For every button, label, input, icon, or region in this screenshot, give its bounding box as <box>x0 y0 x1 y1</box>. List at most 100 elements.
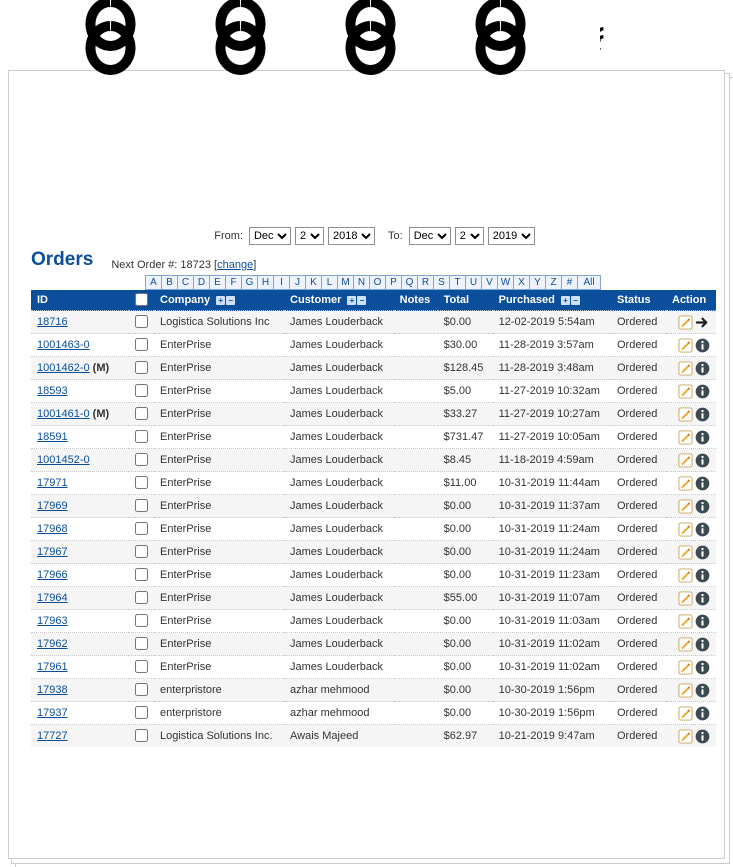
order-id-link[interactable]: 17967 <box>37 546 68 558</box>
th-select-all[interactable] <box>129 290 154 311</box>
alpha-cell[interactable]: B <box>161 275 178 290</box>
edit-icon[interactable] <box>678 315 693 330</box>
alpha-cell[interactable]: E <box>209 275 226 290</box>
info-icon[interactable] <box>695 407 710 422</box>
alpha-cell[interactable]: J <box>289 275 306 290</box>
order-id-link[interactable]: 1001463-0 <box>37 339 90 351</box>
alpha-cell[interactable]: Y <box>529 275 546 290</box>
th-id[interactable]: ID <box>31 290 129 311</box>
row-checkbox[interactable] <box>135 499 148 512</box>
edit-icon[interactable] <box>678 522 693 537</box>
order-id-link[interactable]: 17961 <box>37 661 68 673</box>
edit-icon[interactable] <box>678 614 693 629</box>
th-notes[interactable]: Notes <box>394 290 438 311</box>
th-customer[interactable]: Customer +− <box>284 290 394 311</box>
alpha-cell[interactable]: Q <box>401 275 418 290</box>
order-id-link[interactable]: 17968 <box>37 523 68 535</box>
alpha-cell[interactable]: Z <box>545 275 562 290</box>
sort-desc-icon[interactable]: − <box>571 296 580 305</box>
from-month-select[interactable]: Dec <box>249 227 291 245</box>
alpha-cell[interactable]: All <box>577 275 601 290</box>
alpha-cell[interactable]: V <box>481 275 498 290</box>
sort-asc-icon[interactable]: + <box>216 296 225 305</box>
to-year-select[interactable]: 2019 <box>488 227 535 245</box>
alpha-cell[interactable]: N <box>353 275 370 290</box>
alpha-cell[interactable]: # <box>561 275 578 290</box>
order-id-link[interactable]: 1001462-0 <box>37 362 90 374</box>
edit-icon[interactable] <box>678 453 693 468</box>
alpha-cell[interactable]: M <box>337 275 354 290</box>
alpha-cell[interactable]: P <box>385 275 402 290</box>
sort-desc-icon[interactable]: − <box>357 296 366 305</box>
alpha-cell[interactable]: O <box>369 275 386 290</box>
row-checkbox[interactable] <box>135 683 148 696</box>
sort-desc-icon[interactable]: − <box>226 296 235 305</box>
order-id-link[interactable]: 17971 <box>37 477 68 489</box>
info-icon[interactable] <box>695 729 710 744</box>
edit-icon[interactable] <box>678 683 693 698</box>
arrow-right-icon[interactable] <box>695 315 710 330</box>
alpha-cell[interactable]: I <box>273 275 290 290</box>
row-checkbox[interactable] <box>135 315 148 328</box>
edit-icon[interactable] <box>678 338 693 353</box>
row-checkbox[interactable] <box>135 476 148 489</box>
order-id-link[interactable]: 17969 <box>37 500 68 512</box>
edit-icon[interactable] <box>678 499 693 514</box>
row-checkbox[interactable] <box>135 568 148 581</box>
row-checkbox[interactable] <box>135 430 148 443</box>
row-checkbox[interactable] <box>135 729 148 742</box>
alpha-cell[interactable]: A <box>145 275 162 290</box>
order-id-link[interactable]: 18593 <box>37 385 68 397</box>
order-id-link[interactable]: 1001452-0 <box>37 454 90 466</box>
th-company[interactable]: Company +− <box>154 290 284 311</box>
row-checkbox[interactable] <box>135 637 148 650</box>
th-total[interactable]: Total <box>438 290 493 311</box>
edit-icon[interactable] <box>678 545 693 560</box>
info-icon[interactable] <box>695 660 710 675</box>
info-icon[interactable] <box>695 430 710 445</box>
info-icon[interactable] <box>695 476 710 491</box>
info-icon[interactable] <box>695 568 710 583</box>
info-icon[interactable] <box>695 499 710 514</box>
row-checkbox[interactable] <box>135 706 148 719</box>
edit-icon[interactable] <box>678 430 693 445</box>
edit-icon[interactable] <box>678 384 693 399</box>
row-checkbox[interactable] <box>135 545 148 558</box>
info-icon[interactable] <box>695 338 710 353</box>
alpha-cell[interactable]: L <box>321 275 338 290</box>
edit-icon[interactable] <box>678 706 693 721</box>
alpha-cell[interactable]: G <box>241 275 258 290</box>
info-icon[interactable] <box>695 683 710 698</box>
row-checkbox[interactable] <box>135 384 148 397</box>
info-icon[interactable] <box>695 361 710 376</box>
edit-icon[interactable] <box>678 407 693 422</box>
order-id-link[interactable]: 17963 <box>37 615 68 627</box>
order-id-link[interactable]: 18591 <box>37 431 68 443</box>
row-checkbox[interactable] <box>135 522 148 535</box>
order-id-link[interactable]: 17962 <box>37 638 68 650</box>
th-status[interactable]: Status <box>611 290 666 311</box>
edit-icon[interactable] <box>678 568 693 583</box>
edit-icon[interactable] <box>678 476 693 491</box>
order-id-link[interactable]: 17966 <box>37 569 68 581</box>
edit-icon[interactable] <box>678 361 693 376</box>
info-icon[interactable] <box>695 614 710 629</box>
info-icon[interactable] <box>695 384 710 399</box>
edit-icon[interactable] <box>678 637 693 652</box>
row-checkbox[interactable] <box>135 361 148 374</box>
alpha-cell[interactable]: S <box>433 275 450 290</box>
info-icon[interactable] <box>695 545 710 560</box>
row-checkbox[interactable] <box>135 453 148 466</box>
edit-icon[interactable] <box>678 591 693 606</box>
row-checkbox[interactable] <box>135 660 148 673</box>
sort-asc-icon[interactable]: + <box>561 296 570 305</box>
change-link[interactable]: change <box>217 259 253 271</box>
alpha-cell[interactable]: D <box>193 275 210 290</box>
row-checkbox[interactable] <box>135 591 148 604</box>
info-icon[interactable] <box>695 706 710 721</box>
to-day-select[interactable]: 2 <box>455 227 484 245</box>
sort-asc-icon[interactable]: + <box>347 296 356 305</box>
alpha-cell[interactable]: X <box>513 275 530 290</box>
alpha-cell[interactable]: H <box>257 275 274 290</box>
info-icon[interactable] <box>695 637 710 652</box>
